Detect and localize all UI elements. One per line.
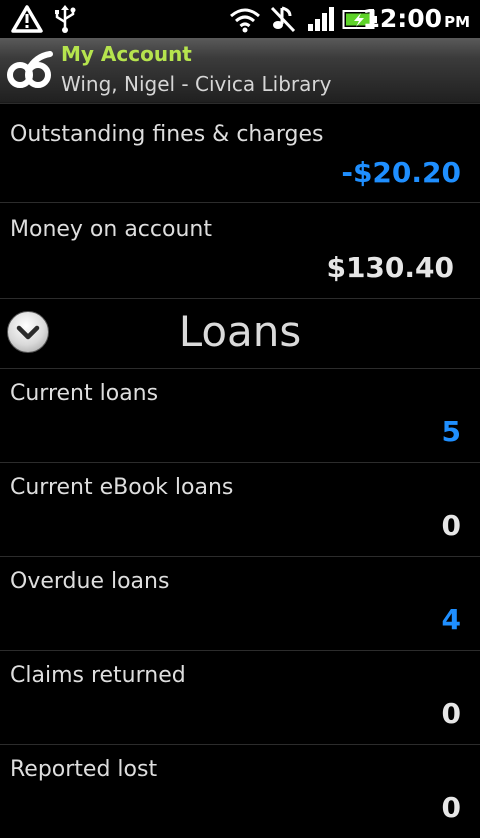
fines-value: -$20.20 [341,156,461,189]
overdue-loans-value: 4 [441,603,461,636]
page-title: My Account [61,42,192,66]
infinity-logo-icon[interactable] [6,50,54,90]
list-item-reported-lost[interactable]: Reported lost 0 [0,744,480,838]
money-label: Money on account [10,217,212,242]
ebook-loans-label: Current eBook loans [10,475,234,500]
ebook-loans-value: 0 [441,509,461,542]
list-item-current-loans[interactable]: Current loans 5 [0,368,480,462]
status-time: 12:00 PM [362,4,471,33]
fines-row[interactable]: Outstanding fines & charges -$20.20 [0,103,480,202]
claims-returned-value: 0 [441,697,461,730]
list-item-overdue-loans[interactable]: Overdue loans 4 [0,556,480,650]
money-row[interactable]: Money on account $130.40 [0,202,480,298]
signal-icon [308,7,334,31]
sound-off-icon [270,6,296,33]
loans-section-header[interactable]: Loans [0,298,480,369]
money-value: $130.40 [326,251,454,284]
reported-lost-value: 0 [441,791,461,824]
alert-icon [11,5,43,33]
wifi-icon [230,8,260,33]
status-bar: 12:00 PM [0,0,480,38]
list-item-ebook-loans[interactable]: Current eBook loans 0 [0,462,480,556]
reported-lost-label: Reported lost [10,757,158,782]
fines-label: Outstanding fines & charges [10,122,324,147]
account-name: Wing, Nigel - Civica Library [61,72,332,96]
loans-title: Loans [178,307,302,356]
overdue-loans-label: Overdue loans [10,569,170,594]
current-loans-value: 5 [441,415,461,448]
claims-returned-label: Claims returned [10,663,186,688]
title-bar: My Account Wing, Nigel - Civica Library [0,38,480,103]
list-item-claims-returned[interactable]: Claims returned 0 [0,650,480,744]
current-loans-label: Current loans [10,381,159,406]
usb-icon [55,5,76,33]
status-ampm: PM [444,13,470,31]
